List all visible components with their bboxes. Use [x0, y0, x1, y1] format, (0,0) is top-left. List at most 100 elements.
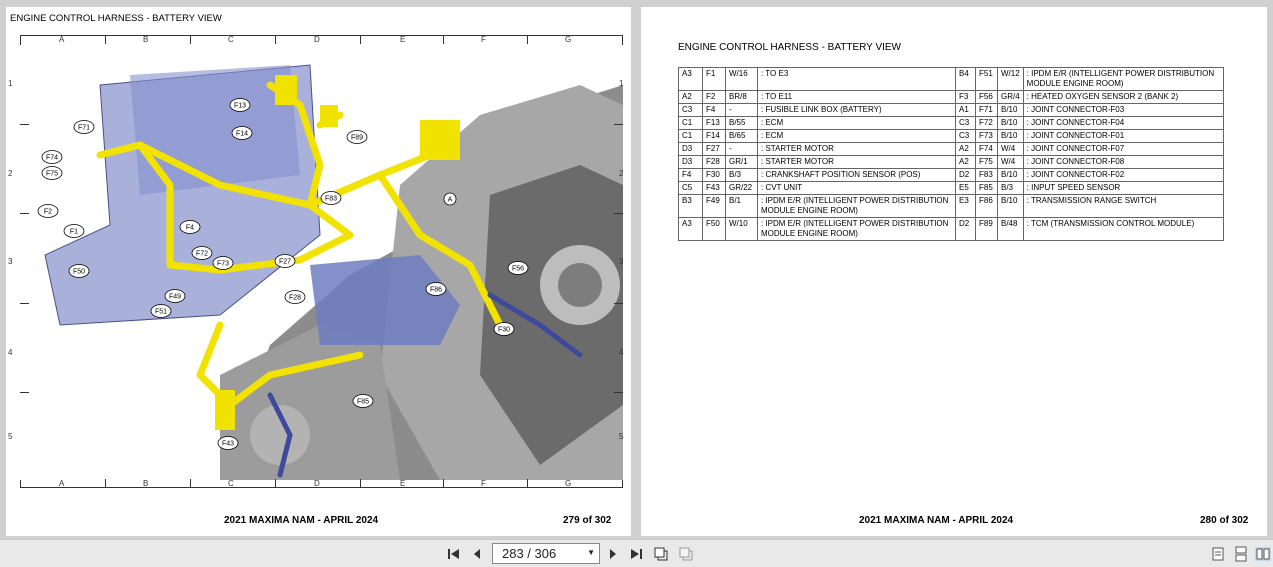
connector-callout: F71 [73, 120, 95, 134]
connector-callout: F2 [37, 204, 59, 218]
table-cell: - [725, 142, 758, 156]
last-page-icon[interactable] [626, 544, 646, 564]
connector-callout-text: F83 [325, 196, 337, 203]
table-cell: W/16 [725, 67, 758, 91]
table-cell: E5 [955, 181, 976, 195]
footer-page-number: 279 of 302 [563, 515, 612, 526]
footer-page-number: 280 of 302 [1200, 515, 1249, 526]
table-cell: F49 [702, 194, 726, 218]
table-cell: : TCM (TRANSMISSION CONTROL MODULE) [1022, 217, 1224, 241]
grid-column-label: G [565, 35, 572, 44]
prev-page-icon[interactable] [467, 544, 487, 564]
connector-callout-text: F56 [512, 266, 524, 273]
table-row: C5 F43 GR/22: CVT UNIT E5 F85 B/3: INPUT SPEE… [678, 181, 1224, 195]
table-cell: F13 [702, 116, 726, 130]
table-row: C1 F14 B/65: ECM C3 F73 B/10: JOINT CONNECTOR… [678, 129, 1224, 143]
grid-column-label: C [228, 35, 234, 44]
connector-callout: F50 [68, 264, 90, 278]
grid-row-label: 3 [619, 257, 624, 266]
connector-callout: F43 [217, 436, 239, 450]
table-cell: B/55 [725, 116, 758, 130]
left-page: ENGINE CONTROL HARNESS - BATTERY VIEW F1… [6, 7, 631, 536]
table-cell: B/1 [725, 194, 758, 218]
table-cell: : JOINT CONNECTOR-F02 [1022, 168, 1224, 182]
first-page-icon[interactable] [444, 544, 464, 564]
connector-callout-text: F73 [217, 261, 229, 268]
table-cell: F14 [702, 129, 726, 143]
table-cell: F4 [678, 168, 703, 182]
table-cell: : ECM [757, 116, 956, 130]
table-cell: : IPDM E/R (INTELLIGENT POWER DISTRIBUTI… [757, 217, 956, 241]
table-cell: D3 [678, 142, 703, 156]
connector-callout: F83 [320, 191, 342, 205]
table-cell: B/3 [997, 181, 1024, 195]
table-cell: B/65 [725, 129, 758, 143]
connector-callout: F30 [493, 322, 515, 336]
table-cell: - [725, 103, 758, 117]
table-cell: F89 [975, 217, 998, 241]
table-cell: F73 [975, 129, 998, 143]
table-cell: C1 [678, 129, 703, 143]
table-cell: F71 [975, 103, 998, 117]
table-cell: GR/22 [725, 181, 758, 195]
grid-column-label: E [400, 479, 406, 488]
connector-callout-text: F1 [70, 229, 78, 236]
table-cell: F3 [955, 90, 976, 104]
single-page-icon[interactable] [1208, 544, 1228, 564]
connector-callout-text: F74 [46, 155, 58, 162]
grid-row-label: 2 [619, 169, 624, 178]
table-cell: A2 [955, 155, 976, 169]
table-cell: : TRANSMISSION RANGE SWITCH [1022, 194, 1224, 218]
two-page-icon[interactable] [1253, 544, 1273, 564]
connector-callout-text: F89 [351, 135, 363, 142]
next-page-icon[interactable] [603, 544, 623, 564]
table-row: D3 F27-: STARTER MOTOR A2 F74 W/4: JOINT CON… [678, 142, 1224, 156]
table-cell: : JOINT CONNECTOR-F08 [1022, 155, 1224, 169]
table-cell: B/10 [997, 194, 1024, 218]
table-cell: B/3 [725, 168, 758, 182]
page-title: ENGINE CONTROL HARNESS - BATTERY VIEW [678, 42, 901, 53]
footer-model: 2021 MAXIMA NAM - APRIL 2024 [224, 515, 379, 526]
chevron-down-icon: ▼ [587, 548, 595, 557]
rotate-icon[interactable] [651, 544, 671, 564]
table-cell: : STARTER MOTOR [757, 155, 956, 169]
connector-callout: F85 [352, 394, 374, 408]
table-cell: F4 [702, 103, 726, 117]
connector-callout: F72 [191, 246, 213, 260]
page-number-select[interactable]: 283 / 306 ▼ [492, 543, 600, 564]
table-cell: C5 [678, 181, 703, 195]
continuous-icon[interactable] [1231, 544, 1251, 564]
right-page: ENGINE CONTROL HARNESS - BATTERY VIEW A3… [641, 7, 1267, 536]
table-row: C1 F13 B/55: ECM C3 F72 B/10: JOINT CONNECTOR… [678, 116, 1224, 130]
table-cell: F56 [975, 90, 998, 104]
table-cell: F75 [975, 155, 998, 169]
table-cell: W/4 [997, 142, 1024, 156]
grid-row-label: 5 [8, 432, 13, 441]
connector-callout: F74 [41, 150, 63, 164]
table-cell: GR/1 [725, 155, 758, 169]
table-row: A3 F50 W/10: IPDM E/R (INTELLIGENT POWER D… [678, 217, 1224, 241]
connector-callout-text: A [448, 197, 453, 204]
table-cell: F30 [702, 168, 726, 182]
connector-callout-text: F71 [78, 125, 90, 132]
harness-diagram: F13 F14 F89 F71 F74 F75 F83 F2 F4 F1 F72 F73 F27 F56 F… [20, 45, 623, 480]
table-cell: W/4 [997, 155, 1024, 169]
duplicate-icon[interactable] [676, 544, 696, 564]
table-cell: : CVT UNIT [757, 181, 956, 195]
viewer-toolbar: 283 / 306 ▼ [0, 539, 1273, 567]
table-cell: F1 [702, 67, 726, 91]
connector-callout-text: F28 [289, 295, 301, 302]
connector-callout: F89 [346, 130, 368, 144]
table-cell: F43 [702, 181, 726, 195]
connector-callout-text: F43 [222, 441, 234, 448]
connector-callout: F1 [63, 224, 85, 238]
grid-column-label: D [314, 479, 320, 488]
page-indicator: 283 / 306 [502, 546, 557, 561]
table-cell: C3 [955, 129, 976, 143]
connector-callout-text: F27 [279, 259, 291, 266]
table-cell: BR/8 [725, 90, 758, 104]
table-cell: : FUSIBLE LINK BOX (BATTERY) [757, 103, 956, 117]
table-cell: : JOINT CONNECTOR-F07 [1022, 142, 1224, 156]
table-row: B3 F49 B/1: IPDM E/R (INTELLIGENT POWER DI… [678, 194, 1224, 218]
page-title: ENGINE CONTROL HARNESS - BATTERY VIEW [10, 13, 222, 24]
